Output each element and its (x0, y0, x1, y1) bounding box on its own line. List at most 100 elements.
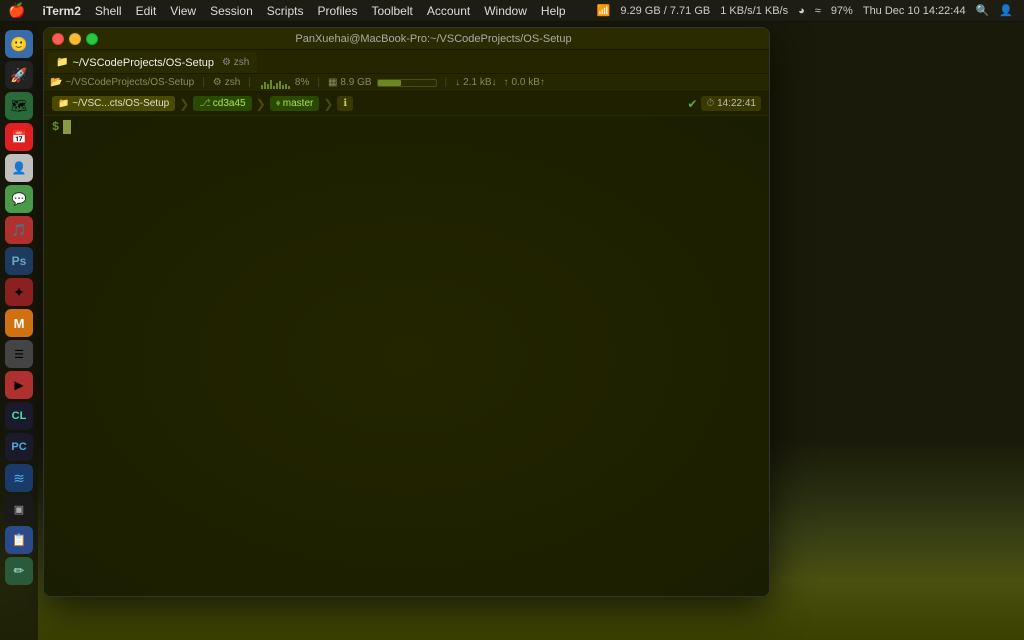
dock-app10[interactable]: ☰ (5, 340, 33, 368)
statusbar-div1: | (202, 77, 205, 88)
menubar-network-speed: 1 KB/s/1 KB/s (717, 5, 791, 17)
prompt-info-segment: ℹ (337, 96, 353, 111)
tab-folder-icon: 📁 (56, 57, 68, 68)
traffic-lights (52, 33, 98, 45)
menubar-user-icon[interactable]: 👤 (996, 4, 1016, 17)
statusbar-path: 📂 ~/VSCodeProjects/OS-Setup (50, 77, 194, 88)
prompt-git-hash: cd3a45 (213, 98, 246, 109)
menubar: 🍎 iTerm2 Shell Edit View Session Scripts… (0, 0, 1024, 22)
iterm-terminal[interactable]: $ (44, 116, 769, 596)
dock-maps[interactable]: 🗺 (5, 92, 33, 120)
prompt-checkmark: ✔ (687, 97, 697, 111)
iterm-promptbar: 📁 ~/VSC...cts/OS-Setup ❯ ⎇ cd3a45 ❯ ♦ ma… (44, 92, 769, 116)
dock-launchpad[interactable]: 🚀 (5, 61, 33, 89)
dock-contacts[interactable]: 👤 (5, 154, 33, 182)
network-up-value: 0.0 kB↑ (512, 77, 545, 88)
menubar-network: 📶 (594, 4, 614, 17)
dock: 🙂 🚀 🗺 📅 👤 💬 🎵 Ps ✦ M ☰ ▶ CL PC ≋ ▣ 📋 ✏ (0, 22, 38, 640)
prompt-time: ⏱ 14:22:41 (701, 96, 761, 111)
statusbar-div3: | (317, 77, 320, 88)
statusbar-div2: | (248, 77, 251, 88)
tab-shell-indicator: ⚙ zsh (222, 57, 249, 68)
dock-photoshop[interactable]: Ps (5, 247, 33, 275)
menubar-datetime: Thu Dec 10 14:22:44 (860, 5, 969, 17)
statusbar-div4: | (445, 77, 448, 88)
iterm-tab-active[interactable]: 📁 ~/VSCodeProjects/OS-Setup ⚙ zsh (48, 52, 257, 73)
menubar-right: 📶 9.29 GB / 7.71 GB 1 KB/s/1 KB/s ◕ ≈ 97… (594, 4, 1016, 17)
statusbar-network: ↓ 2.1 kB↓ ↑ 0.0 kB↑ (455, 77, 545, 88)
memory-bar (377, 79, 437, 87)
statusbar-shell: ⚙ zsh (213, 77, 241, 88)
prompt-time-value: 14:22:41 (717, 98, 756, 109)
menu-edit[interactable]: Edit (129, 0, 164, 22)
shell-icon: ⚙ (213, 77, 222, 88)
menu-view[interactable]: View (163, 0, 203, 22)
dock-wechat[interactable]: 💬 (5, 185, 33, 213)
prompt-git-branch-icon: ⎇ (199, 98, 211, 109)
dock-clion[interactable]: CL (5, 402, 33, 430)
dock-app18[interactable]: ✏ (5, 557, 33, 585)
prompt-master-text: master (283, 98, 314, 109)
dock-terminal[interactable]: ▣ (5, 495, 33, 523)
minimize-button[interactable] (69, 33, 81, 45)
iterm-statusbar-top: 📂 ~/VSCodeProjects/OS-Setup | ⚙ zsh | (44, 74, 769, 92)
dock-netease[interactable]: 🎵 (5, 216, 33, 244)
memory-value: 8.9 GB (340, 77, 371, 88)
iterm-window: PanXuehai@MacBook-Pro:~/VSCodeProjects/O… (43, 27, 770, 597)
cpu-percent: 8% (295, 77, 309, 88)
network-down-value: 2.1 kB↓ (463, 77, 496, 88)
menu-help[interactable]: Help (534, 0, 573, 22)
menubar-battery: 97% (828, 5, 856, 17)
statusbar-shell-text: zsh (225, 77, 241, 88)
terminal-dollar: $ (52, 120, 59, 134)
prompt-path-text: ~/VSC...cts/OS-Setup (72, 98, 169, 109)
iterm-titlebar: PanXuehai@MacBook-Pro:~/VSCodeProjects/O… (44, 28, 769, 50)
prompt-path-segment: 📁 ~/VSC...cts/OS-Setup (52, 96, 175, 111)
menu-scripts[interactable]: Scripts (260, 0, 311, 22)
memory-icon: ▦ (328, 77, 337, 88)
prompt-right-section: ✔ ⏱ 14:22:41 (687, 96, 761, 111)
cpu-graph (261, 77, 290, 89)
dock-finder[interactable]: 🙂 (5, 30, 33, 58)
dock-vscode[interactable]: ≋ (5, 464, 33, 492)
terminal-cursor (63, 120, 71, 134)
prompt-git-master-segment: ♦ master (270, 96, 320, 111)
menubar-search-icon[interactable]: 🔍 (973, 4, 993, 17)
dock-pycharm[interactable]: PC (5, 433, 33, 461)
dock-app17[interactable]: 📋 (5, 526, 33, 554)
menu-account[interactable]: Account (420, 0, 477, 22)
folder-icon: 📂 (50, 77, 62, 88)
menu-shell[interactable]: Shell (88, 0, 129, 22)
iterm-tabbar: 📁 ~/VSCodeProjects/OS-Setup ⚙ zsh (44, 50, 769, 74)
statusbar-cpu: 8% (259, 77, 309, 89)
menu-toolbelt[interactable]: Toolbelt (364, 0, 419, 22)
menu-session[interactable]: Session (203, 0, 260, 22)
window-title: PanXuehai@MacBook-Pro:~/VSCodeProjects/O… (106, 33, 761, 45)
statusbar-path-text: ~/VSCodeProjects/OS-Setup (65, 77, 194, 88)
prompt-arrow3: ❯ (323, 97, 333, 111)
close-button[interactable] (52, 33, 64, 45)
prompt-arrow2: ❯ (256, 97, 266, 111)
dock-app11[interactable]: ▶ (5, 371, 33, 399)
menu-window[interactable]: Window (477, 0, 534, 22)
app-name[interactable]: iTerm2 (35, 0, 87, 22)
terminal-prompt-line: $ (52, 120, 761, 134)
menubar-wifi-icon[interactable]: ≈ (812, 5, 824, 17)
dock-calendar[interactable]: 📅 (5, 123, 33, 151)
prompt-git-segment: ⎇ cd3a45 (193, 96, 251, 111)
clock-icon: ⏱ (706, 98, 714, 109)
menu-profiles[interactable]: Profiles (310, 0, 364, 22)
menubar-disk: 9.29 GB / 7.71 GB (617, 5, 713, 17)
prompt-arrow: ❯ (179, 97, 189, 111)
desktop: 🙂 🚀 🗺 📅 👤 💬 🎵 Ps ✦ M ☰ ▶ CL PC ≋ ▣ 📋 ✏ P… (0, 22, 1024, 640)
menubar-bluetooth-icon[interactable]: ◕ (795, 5, 808, 17)
dock-matlab[interactable]: M (5, 309, 33, 337)
dock-app8[interactable]: ✦ (5, 278, 33, 306)
statusbar-memory: ▦ 8.9 GB (328, 77, 437, 88)
network-up-icon: ↑ (504, 77, 509, 88)
prompt-info-icon: ℹ (343, 98, 347, 109)
prompt-folder-icon: 📁 (58, 98, 69, 109)
apple-menu[interactable]: 🍎 (8, 2, 25, 19)
maximize-button[interactable] (86, 33, 98, 45)
tab-path: ~/VSCodeProjects/OS-Setup (72, 57, 214, 69)
